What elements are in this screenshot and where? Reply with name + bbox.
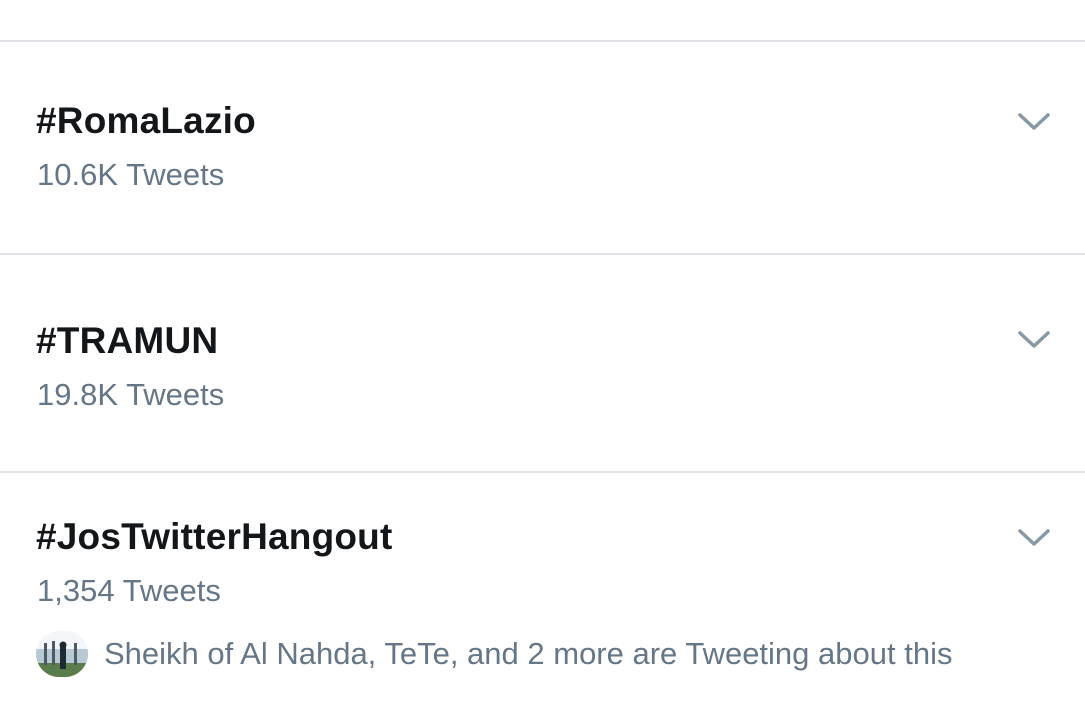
trend-title: #JosTwitterHangout [36,516,393,557]
social-context-text: Sheikh of Al Nahda, TeTe, and 2 more are… [104,636,953,671]
chevron-down-icon[interactable] [1014,523,1054,553]
trend-tweet-count: 19.8K Tweets [37,377,225,412]
trend-title: #TRAMUN [36,320,219,361]
trend-item-tramun[interactable]: #TRAMUN 19.8K Tweets [0,255,1085,471]
trend-tweet-count: 10.6K Tweets [37,157,225,192]
chevron-down-icon[interactable] [1014,107,1054,137]
chevron-down-icon[interactable] [1014,325,1054,355]
trends-list: #RomaLazio 10.6K Tweets #TRAMUN 19.8K Tw… [0,0,1085,720]
trend-tweet-count: 1,354 Tweets [37,573,221,608]
trend-item-romalazio[interactable]: #RomaLazio 10.6K Tweets [0,42,1085,253]
avatar [36,631,88,677]
trend-social-context: Sheikh of Al Nahda, TeTe, and 2 more are… [36,630,952,678]
trend-item-jostwitterhangout[interactable]: #JosTwitterHangout 1,354 Tweets [0,473,1085,720]
trend-title: #RomaLazio [36,100,256,141]
